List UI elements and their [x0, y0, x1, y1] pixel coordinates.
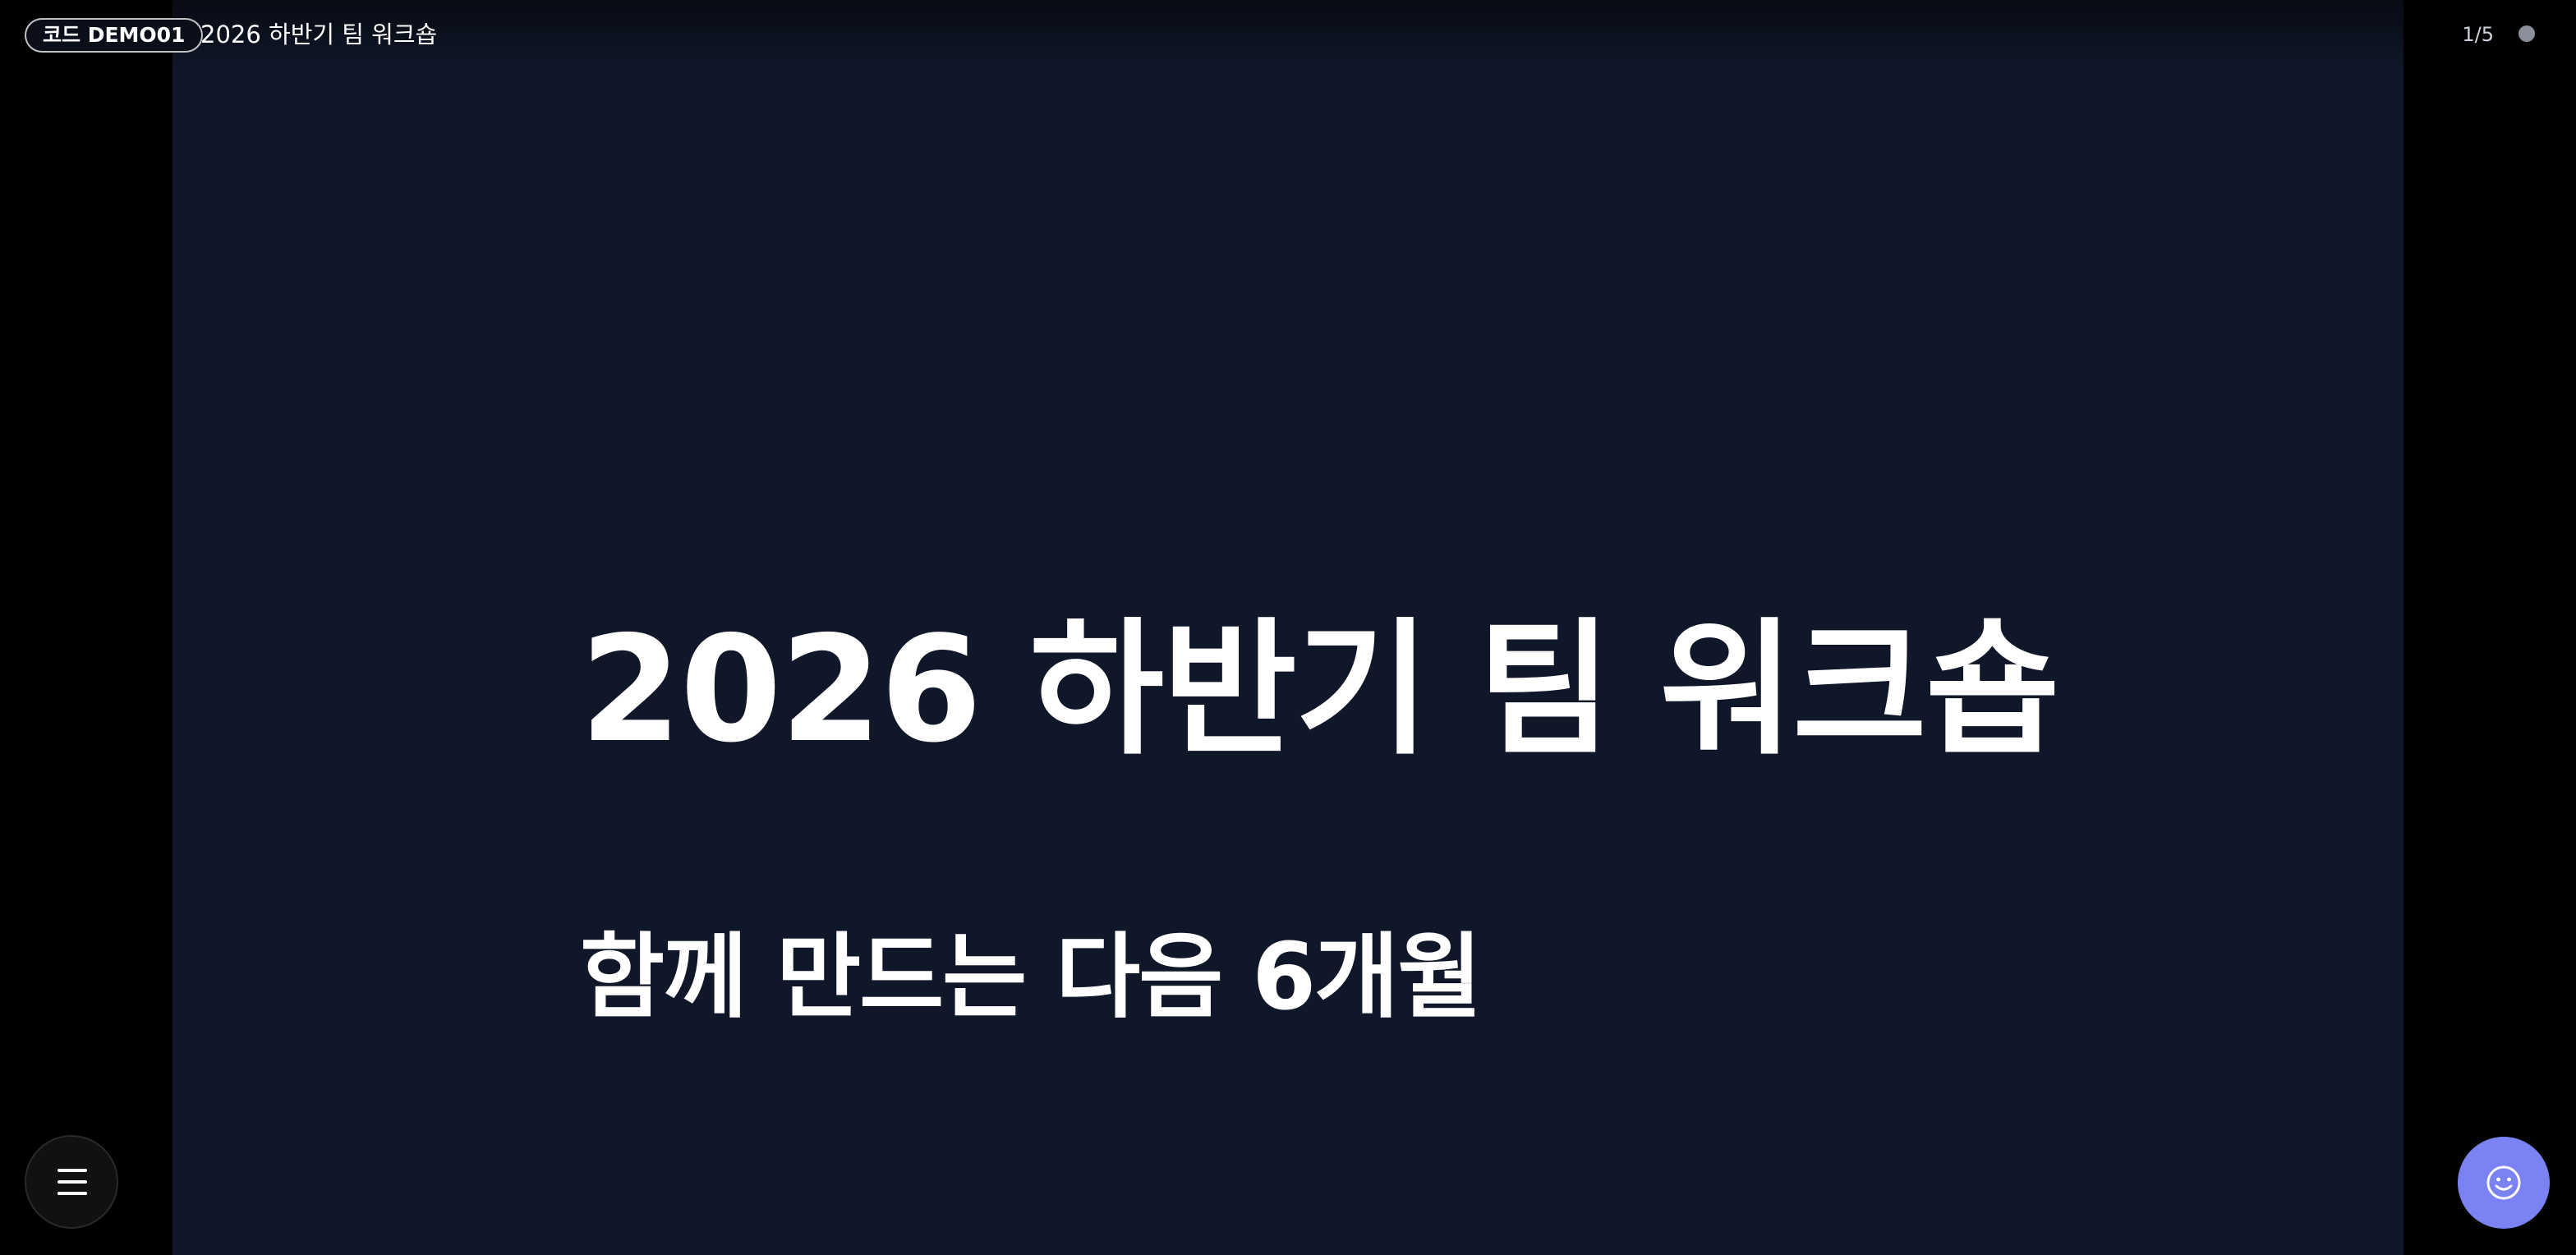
slide-title: 2026 하반기 팀 워크숍: [580, 605, 2060, 775]
smiley-face-icon: [2486, 1165, 2521, 1200]
menu-button[interactable]: [25, 1135, 118, 1229]
presentation-title: 2026 하반기 팀 워크숍: [200, 21, 438, 48]
page-counter: 1/5: [2462, 23, 2494, 46]
reaction-button[interactable]: [2458, 1137, 2550, 1229]
presentation-viewer: 코드 DEMO01 2026 하반기 팀 워크숍 1/5 2026 하반기 팀 …: [0, 0, 2576, 1255]
slide-subtitle: 함께 만드는 다음 6개월: [580, 924, 1482, 1031]
top-bar: 코드 DEMO01 2026 하반기 팀 워크숍 1/5: [0, 0, 2576, 69]
hamburger-menu-icon: [58, 1169, 87, 1195]
session-code-badge[interactable]: 코드 DEMO01: [25, 18, 204, 53]
connection-status-dot: [2518, 25, 2535, 42]
